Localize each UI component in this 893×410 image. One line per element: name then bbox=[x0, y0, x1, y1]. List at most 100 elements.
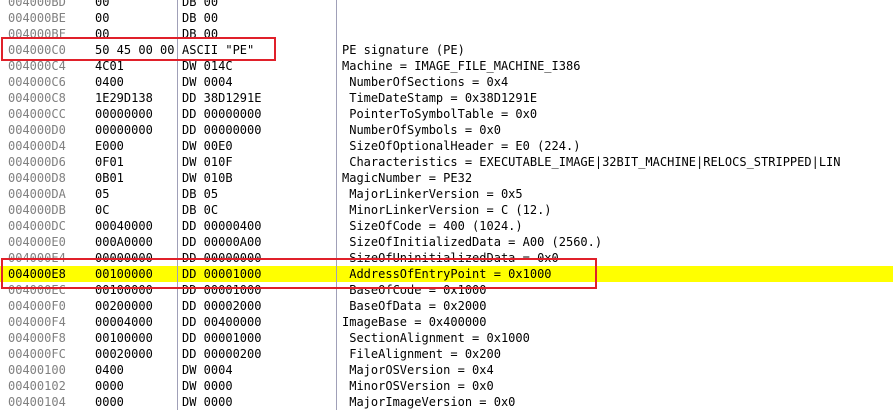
dump-rows: 004000BD 00 DB 00 004000BE 00 DB 00 004000BF 00… bbox=[0, 0, 893, 410]
address-cell: 004000E4 bbox=[8, 251, 66, 265]
selected-dump-row[interactable]: 004000E8 00100000 DD 00001000 AddressOfEnt… bbox=[0, 266, 893, 282]
hex-bytes-cell: 0C bbox=[95, 203, 110, 217]
disassembly-cell: DD 00000000 bbox=[182, 107, 262, 121]
hex-bytes-cell: 0000 bbox=[95, 395, 124, 409]
address-cell: 004000DC bbox=[8, 219, 66, 233]
hex-bytes-cell: 00200000 bbox=[95, 299, 153, 313]
address-cell: 00400104 bbox=[8, 395, 66, 409]
dump-row[interactable]: 004000E0 000A0000 DD 00000A00 SizeOfInitia… bbox=[0, 234, 893, 250]
dump-row[interactable]: 004000BD 00 DB 00 bbox=[0, 0, 893, 10]
hex-bytes-cell: 00100000 bbox=[95, 331, 153, 345]
dump-row[interactable]: 004000BE 00 DB 00 bbox=[0, 10, 893, 26]
dump-row[interactable]: 004000DA 05 DB 05 MajorLinkerVersion = 0x5 bbox=[0, 186, 893, 202]
dump-row[interactable]: 00400102 0000 DW 0000 MinorOSVersion = 0x0 bbox=[0, 378, 893, 394]
comment-cell: BaseOfCode = 0x1000 bbox=[342, 283, 487, 297]
disassembly-cell: ASCII "PE" bbox=[182, 43, 255, 57]
address-cell: 004000F4 bbox=[8, 315, 66, 329]
dump-row[interactable]: 004000EC 00100000 DD 00001000 BaseOfCode =… bbox=[0, 282, 893, 298]
disassembly-cell: DB 00 bbox=[182, 0, 219, 9]
hex-bytes-cell: 00 bbox=[95, 27, 110, 41]
hex-bytes-cell: 00040000 bbox=[95, 219, 153, 233]
disassembly-cell: DB 00 bbox=[182, 11, 219, 25]
disassembly-cell: DB 05 bbox=[182, 187, 219, 201]
address-cell: 004000FC bbox=[8, 347, 66, 361]
disassembly-cell: DD 00000000 bbox=[182, 123, 262, 137]
address-cell: 004000BF bbox=[8, 27, 66, 41]
comment-cell: Characteristics = EXECUTABLE_IMAGE|32BIT… bbox=[342, 155, 841, 169]
dump-row[interactable]: 004000D8 0B01 DW 010B MagicNumber = PE32 bbox=[0, 170, 893, 186]
disassembly-cell: DW 014C bbox=[182, 59, 233, 73]
address-cell: 004000F8 bbox=[8, 331, 66, 345]
dump-row[interactable]: 004000D4 E000 DW 00E0 SizeOfOptionalHeader… bbox=[0, 138, 893, 154]
dump-row[interactable]: 004000D6 0F01 DW 010F Characteristics = EX… bbox=[0, 154, 893, 170]
disassembly-cell: DW 0000 bbox=[182, 379, 233, 393]
dump-row[interactable]: 004000C0 50 45 00 00 ASCII "PE" PE signatur… bbox=[0, 42, 893, 58]
disassembly-cell: DD 00001000 bbox=[182, 267, 262, 281]
comment-cell: MinorOSVersion = 0x0 bbox=[342, 379, 494, 393]
address-cell: 004000C4 bbox=[8, 59, 66, 73]
comment-cell: SizeOfUninitializedData = 0x0 bbox=[342, 251, 559, 265]
disassembly-cell: DW 0004 bbox=[182, 363, 233, 377]
column-separator[interactable] bbox=[177, 0, 178, 410]
dump-row[interactable]: 004000CC 00000000 DD 00000000 PointerToSym… bbox=[0, 106, 893, 122]
dump-row[interactable]: 00400104 0000 DW 0000 MajorImageVersion = … bbox=[0, 394, 893, 410]
disassembly-cell: DW 010F bbox=[182, 155, 233, 169]
disassembly-cell: DW 0004 bbox=[182, 75, 233, 89]
address-cell: 004000DB bbox=[8, 203, 66, 217]
dump-row[interactable]: 004000FC 00020000 DD 00000200 FileAlignmen… bbox=[0, 346, 893, 362]
disassembly-cell: DB 00 bbox=[182, 27, 219, 41]
comment-cell: PE signature (PE) bbox=[342, 43, 465, 57]
dump-row[interactable]: 004000C8 1E29D138 DD 38D1291E TimeDateStam… bbox=[0, 90, 893, 106]
comment-cell: Machine = IMAGE_FILE_MACHINE_I386 bbox=[342, 59, 581, 73]
dump-row[interactable]: 004000DC 00040000 DD 00000400 SizeOfCode =… bbox=[0, 218, 893, 234]
dump-row[interactable]: 004000F4 00004000 DD 00400000 ImageBase = 0… bbox=[0, 314, 893, 330]
comment-cell: MajorOSVersion = 0x4 bbox=[342, 363, 494, 377]
dump-row[interactable]: 004000F8 00100000 DD 00001000 SectionAlign… bbox=[0, 330, 893, 346]
dump-row[interactable]: 004000DB 0C DB 0C MinorLinkerVersion = C (… bbox=[0, 202, 893, 218]
hex-bytes-cell: 00020000 bbox=[95, 347, 153, 361]
address-cell: 004000BD bbox=[8, 0, 66, 9]
hex-bytes-cell: 00 bbox=[95, 0, 110, 9]
hex-bytes-cell: 00100000 bbox=[95, 283, 153, 297]
memory-dump-view[interactable]: 004000BD 00 DB 00 004000BE 00 DB 00 004000BF 00… bbox=[0, 0, 893, 410]
address-cell: 004000D6 bbox=[8, 155, 66, 169]
address-cell: 004000C6 bbox=[8, 75, 66, 89]
dump-row[interactable]: 004000C6 0400 DW 0004 NumberOfSections = 0… bbox=[0, 74, 893, 90]
dump-row[interactable]: 004000D0 00000000 DD 00000000 NumberOfSymb… bbox=[0, 122, 893, 138]
comment-cell: NumberOfSections = 0x4 bbox=[342, 75, 509, 89]
comment-cell: PointerToSymbolTable = 0x0 bbox=[342, 107, 538, 121]
dump-row[interactable]: 004000F0 00200000 DD 00002000 BaseOfData =… bbox=[0, 298, 893, 314]
comment-cell: MajorImageVersion = 0x0 bbox=[342, 395, 516, 409]
dump-row[interactable]: 004000C4 4C01 DW 014C Machine = IMAGE_FILE_… bbox=[0, 58, 893, 74]
address-cell: 004000CC bbox=[8, 107, 66, 121]
dump-row[interactable]: 004000BF 00 DB 00 bbox=[0, 26, 893, 42]
disassembly-cell: DD 00000200 bbox=[182, 347, 262, 361]
address-cell: 004000C0 bbox=[8, 43, 66, 57]
address-cell: 004000E8 bbox=[8, 267, 66, 281]
hex-bytes-cell: 0400 bbox=[95, 75, 124, 89]
comment-cell: MinorLinkerVersion = C (12.) bbox=[342, 203, 552, 217]
address-cell: 004000D8 bbox=[8, 171, 66, 185]
disassembly-cell: DD 00000400 bbox=[182, 219, 262, 233]
hex-bytes-cell: 50 45 00 00 bbox=[95, 43, 175, 57]
disassembly-cell: DW 00E0 bbox=[182, 139, 233, 153]
hex-bytes-cell: 00 bbox=[95, 11, 110, 25]
dump-row[interactable]: 00400100 0400 DW 0004 MajorOSVersion = 0x4 bbox=[0, 362, 893, 378]
comment-cell: AddressOfEntryPoint = 0x1000 bbox=[342, 267, 552, 281]
address-cell: 004000DA bbox=[8, 187, 66, 201]
hex-bytes-cell: 1E29D138 bbox=[95, 91, 153, 105]
disassembly-cell: DD 38D1291E bbox=[182, 91, 262, 105]
comment-cell: SectionAlignment = 0x1000 bbox=[342, 331, 530, 345]
column-separator[interactable] bbox=[336, 0, 337, 410]
hex-bytes-cell: 00000000 bbox=[95, 251, 153, 265]
address-cell: 004000E0 bbox=[8, 235, 66, 249]
dump-row[interactable]: 004000E4 00000000 DD 00000000 SizeOfUninit… bbox=[0, 250, 893, 266]
address-cell: 004000D0 bbox=[8, 123, 66, 137]
comment-cell: SizeOfCode = 400 (1024.) bbox=[342, 219, 523, 233]
hex-bytes-cell: 00000000 bbox=[95, 123, 153, 137]
disassembly-cell: DW 0000 bbox=[182, 395, 233, 409]
hex-bytes-cell: 00004000 bbox=[95, 315, 153, 329]
comment-cell: BaseOfData = 0x2000 bbox=[342, 299, 487, 313]
disassembly-cell: DD 00400000 bbox=[182, 315, 262, 329]
comment-cell: NumberOfSymbols = 0x0 bbox=[342, 123, 501, 137]
